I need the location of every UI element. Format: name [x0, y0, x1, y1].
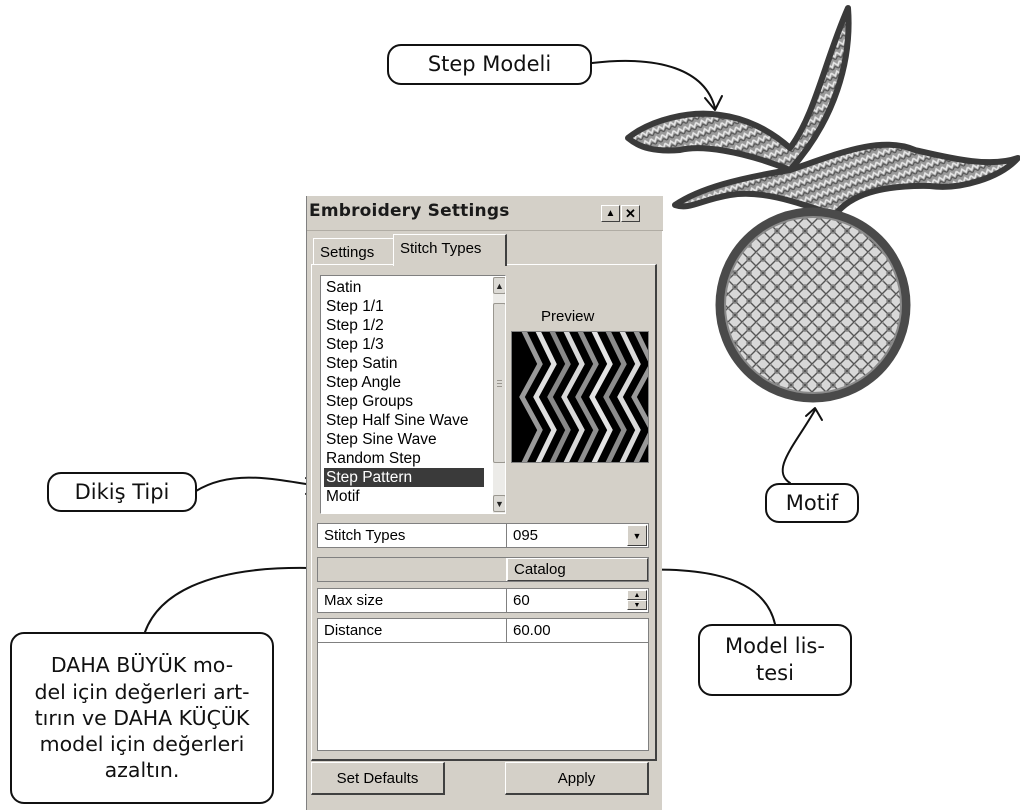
apply-label: Apply: [557, 769, 596, 787]
list-item[interactable]: Step 1/2: [324, 316, 484, 335]
callout-stitch-type: Dikiş Tipi: [47, 472, 197, 512]
minimize-icon: ▲: [605, 208, 616, 219]
list-item[interactable]: Step Groups: [324, 392, 484, 411]
callout-stitch-type-text: Dikiş Tipi: [74, 479, 170, 504]
apply-button[interactable]: Apply: [505, 762, 649, 795]
arrow-motif: [781, 409, 816, 484]
property-grid-empty-area: [317, 643, 649, 751]
callout-size-hint-text: DAHA BÜYÜK mo- del için değerleri art- t…: [34, 653, 250, 783]
arrow-stitch-type: [195, 476, 319, 492]
spin-down-icon[interactable]: ▼: [627, 600, 647, 610]
tab-settings[interactable]: Settings: [313, 238, 394, 264]
close-icon: ✕: [625, 205, 636, 221]
distance-row: Distance 60.00: [317, 618, 649, 643]
callout-size-hint: DAHA BÜYÜK mo- del için değerleri art- t…: [10, 632, 274, 804]
dialog-titlebar[interactable]: Embroidery Settings ▲ ✕: [307, 196, 663, 231]
callout-motif: Motif: [765, 483, 859, 523]
tab-settings-label: Settings: [320, 244, 375, 261]
minimize-button[interactable]: ▲: [601, 205, 620, 222]
callout-motif-text: Motif: [785, 490, 839, 515]
max-size-row: Max size 60 ▲ ▼: [317, 588, 649, 613]
close-button[interactable]: ✕: [621, 205, 640, 222]
stitch-type-list[interactable]: Satin Step 1/1 Step 1/2 Step 1/3 Step Sa…: [320, 275, 506, 514]
list-item[interactable]: Step 1/1: [324, 297, 484, 316]
catalog-row: Catalog: [317, 557, 649, 582]
scroll-up-button[interactable]: ▲: [493, 277, 505, 294]
list-item[interactable]: Random Step: [324, 449, 484, 468]
callout-step-model: Step Modeli: [387, 44, 592, 85]
list-item[interactable]: Step Satin: [324, 354, 484, 373]
stitch-types-row: Stitch Types 095 ▼: [317, 523, 649, 548]
callout-model-list: Model lis- tesi: [698, 624, 852, 696]
list-scrollbar[interactable]: ▲ ▼: [493, 277, 505, 513]
chevron-down-icon: ▼: [495, 498, 504, 509]
list-item[interactable]: Step 1/3: [324, 335, 484, 354]
chevron-down-icon: ▼: [632, 530, 642, 541]
list-item-selected[interactable]: Step Pattern: [324, 468, 484, 487]
callout-model-list-text: Model lis- tesi: [725, 634, 825, 685]
catalog-label: Catalog: [514, 561, 566, 578]
stitch-types-value[interactable]: 095: [513, 527, 538, 544]
chevron-up-icon: ▲: [495, 280, 504, 291]
stitch-types-label: Stitch Types: [324, 527, 406, 544]
scroll-thumb[interactable]: [493, 303, 505, 463]
set-defaults-label: Set Defaults: [336, 769, 419, 787]
tab-stitch-types-label: Stitch Types: [400, 240, 482, 257]
max-size-label: Max size: [324, 592, 384, 609]
stitch-types-dropdown-button[interactable]: ▼: [627, 525, 647, 546]
embroidery-settings-dialog: Embroidery Settings ▲ ✕ Settings Stitch …: [306, 196, 663, 810]
preview-image: [511, 324, 655, 470]
max-size-spinner[interactable]: ▲ ▼: [627, 590, 647, 611]
distance-label: Distance: [324, 622, 383, 639]
scroll-down-button[interactable]: ▼: [493, 495, 505, 512]
callout-step-model-text: Step Modeli: [427, 52, 552, 77]
list-item[interactable]: Step Sine Wave: [324, 430, 484, 449]
catalog-button[interactable]: Catalog: [507, 558, 648, 581]
spin-up-icon[interactable]: ▲: [627, 590, 647, 600]
arrow-step-model: [591, 59, 716, 109]
max-size-value[interactable]: 60: [513, 592, 530, 609]
list-item[interactable]: Step Half Sine Wave: [324, 411, 484, 430]
tab-stitch-types[interactable]: Stitch Types: [393, 234, 507, 266]
list-item[interactable]: Step Angle: [324, 373, 484, 392]
dialog-title: Embroidery Settings: [309, 201, 510, 221]
preview-label: Preview: [541, 308, 595, 325]
list-item[interactable]: Satin: [324, 278, 484, 297]
set-defaults-button[interactable]: Set Defaults: [311, 762, 445, 795]
distance-value[interactable]: 60.00: [513, 622, 551, 639]
list-item[interactable]: Motif: [324, 487, 484, 506]
